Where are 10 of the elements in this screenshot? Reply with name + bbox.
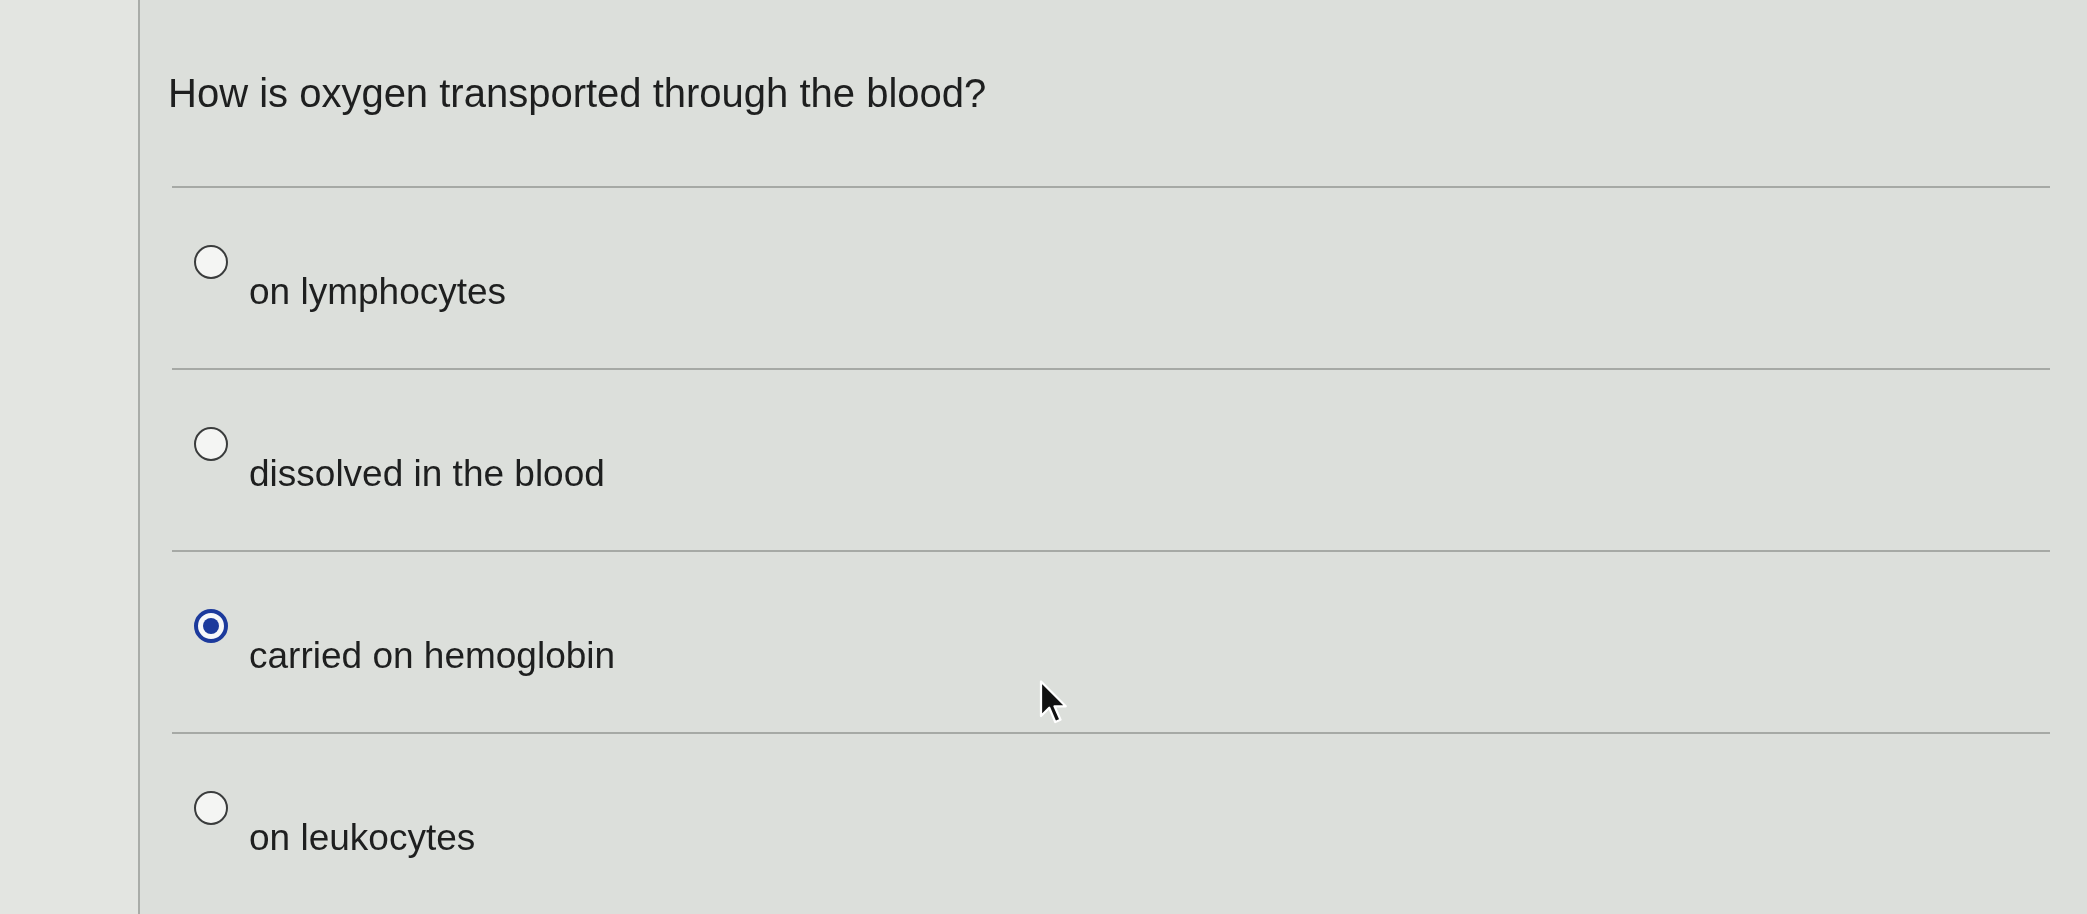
option-label: on lymphocytes xyxy=(249,270,507,314)
radio-button[interactable] xyxy=(194,791,228,825)
mouse-pointer-icon xyxy=(1038,680,1068,725)
question-text: How is oxygen transported through the blood? xyxy=(168,70,988,117)
option-label: on leukocytes xyxy=(249,816,476,860)
radio-button[interactable] xyxy=(194,427,228,461)
radio-button[interactable] xyxy=(194,245,228,279)
option-label: carried on hemoglobin xyxy=(249,634,616,678)
option-label: dissolved in the blood xyxy=(249,452,605,496)
radio-button[interactable] xyxy=(194,609,228,643)
